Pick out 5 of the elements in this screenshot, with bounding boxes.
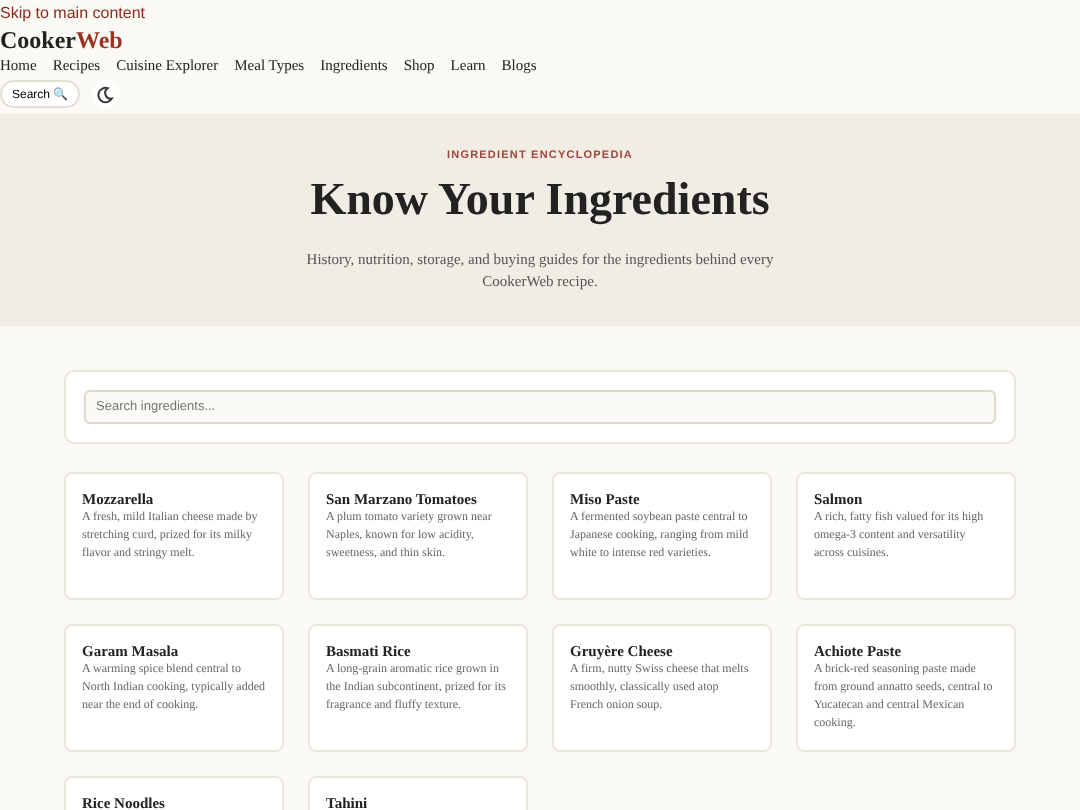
page-title: Know Your Ingredients xyxy=(308,174,772,226)
moon-icon xyxy=(96,85,115,103)
skip-link[interactable]: Skip to main content xyxy=(0,2,1080,24)
site-logo[interactable]: CookerWeb xyxy=(0,26,1080,54)
theme-toggle-button[interactable] xyxy=(91,80,120,108)
